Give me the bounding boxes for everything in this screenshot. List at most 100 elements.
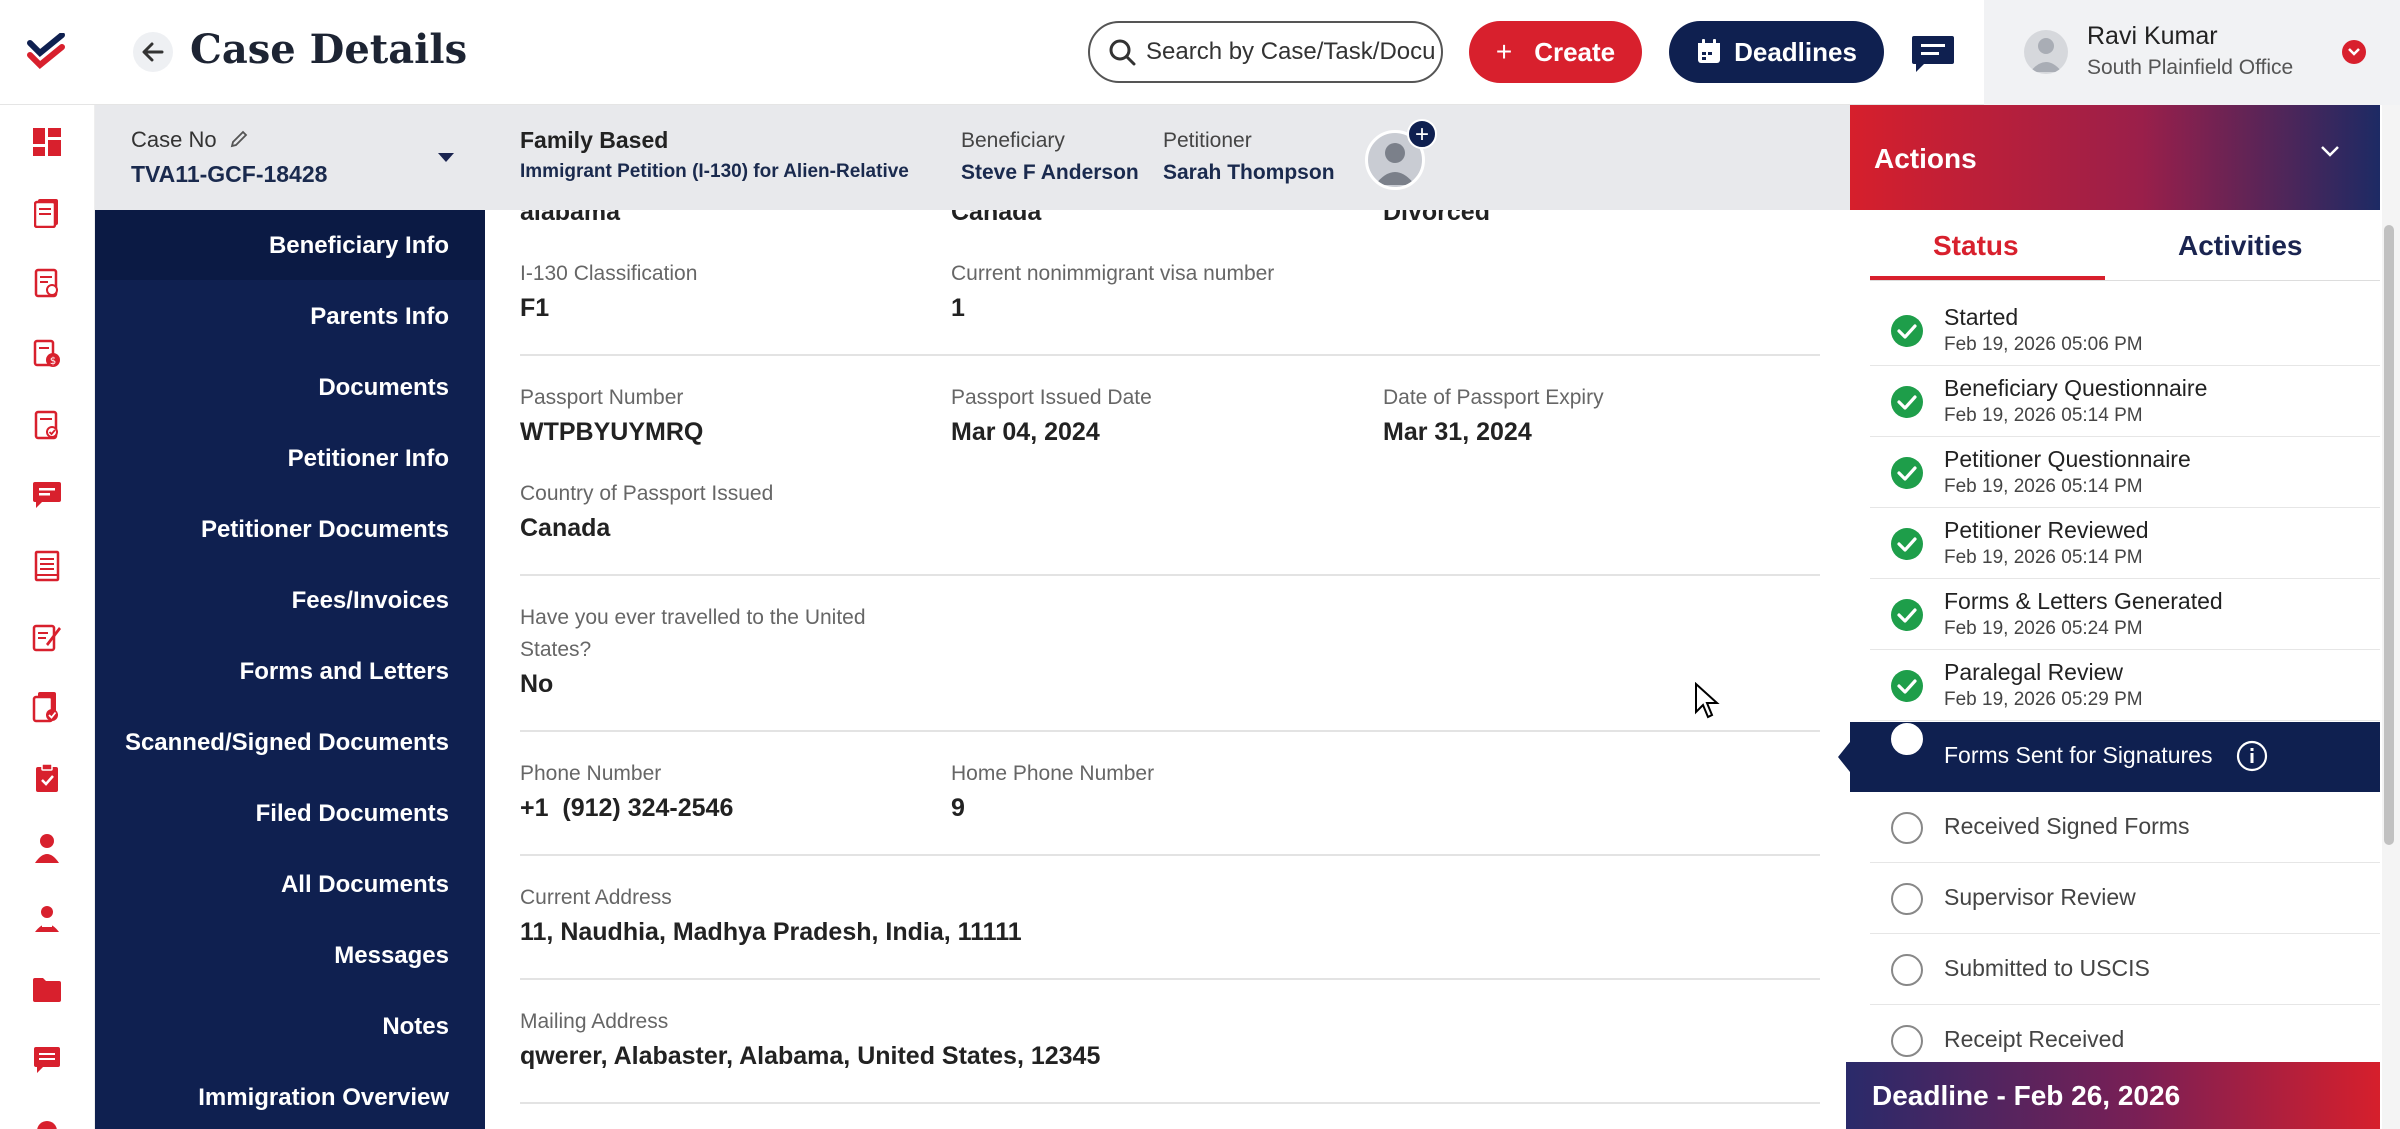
passport-expiry-value: Mar 31, 2024 — [1383, 418, 1532, 446]
edit-icon[interactable] — [229, 129, 249, 149]
section-petitioner-info[interactable]: Petitioner Info — [288, 445, 449, 473]
user-name: Ravi Kumar — [2087, 22, 2218, 50]
case-subtype: Immigrant Petition (I-130) for Alien-Rel… — [520, 161, 909, 182]
avatar — [2024, 30, 2068, 74]
search-input[interactable] — [1146, 38, 1436, 66]
check-circle-icon — [1890, 314, 1924, 348]
folder-icon[interactable] — [27, 970, 67, 1010]
status-step[interactable]: Supervisor Review — [1870, 864, 2380, 934]
visa-number-value: 1 — [951, 294, 965, 322]
actions-header[interactable]: Actions — [1850, 105, 2380, 210]
case-dropdown-icon[interactable] — [437, 151, 455, 169]
passport-country-label: Country of Passport Issued — [520, 482, 774, 505]
divider — [520, 730, 1820, 732]
status-step[interactable]: Forms Sent for Signatures — [1838, 722, 2380, 792]
section-documents[interactable]: Documents — [318, 374, 449, 402]
section-notes[interactable]: Notes — [382, 1013, 449, 1041]
reports-icon[interactable] — [27, 1040, 67, 1080]
passport-issued-label: Passport Issued Date — [951, 386, 1152, 409]
section-petitioner-documents[interactable]: Petitioner Documents — [201, 516, 449, 544]
status-step[interactable]: Petitioner Reviewed Feb 19, 2026 05:14 PM — [1870, 509, 2380, 579]
actions-panel: Status Activities Started Feb 19, 2026 05… — [1838, 210, 2380, 1129]
mouse-cursor-icon — [1694, 681, 1720, 725]
documents-icon[interactable] — [27, 546, 67, 586]
clipboard-icon[interactable] — [27, 758, 67, 798]
clients-icon[interactable] — [27, 828, 67, 868]
section-messages[interactable]: Messages — [334, 942, 449, 970]
create-button[interactable]: + Create — [1469, 21, 1642, 83]
section-scanned-signed[interactable]: Scanned/Signed Documents — [125, 729, 449, 757]
deadlines-button[interactable]: Deadlines — [1669, 21, 1884, 83]
user-menu[interactable]: Ravi Kumar South Plainfield Office — [1984, 0, 2400, 105]
app-logo[interactable] — [0, 0, 95, 105]
chat-icon[interactable] — [1910, 34, 1956, 74]
chevron-down-icon[interactable] — [2342, 40, 2366, 64]
section-fees-invoices[interactable]: Fees/Invoices — [292, 587, 449, 615]
tab-status[interactable]: Status — [1933, 230, 2019, 262]
search-box[interactable] — [1088, 21, 1443, 83]
active-tab-indicator — [1870, 276, 2105, 280]
profile-icon[interactable] — [27, 1111, 67, 1129]
current-step-pointer — [1838, 742, 1850, 772]
checklist-icon[interactable] — [27, 405, 67, 445]
divider — [520, 1102, 1820, 1104]
info-icon[interactable] — [2236, 740, 2268, 772]
empty-circle-icon — [1890, 953, 1924, 987]
users-icon[interactable] — [27, 899, 67, 939]
home-phone-label: Home Phone Number — [951, 762, 1155, 785]
status-step[interactable]: Started Feb 19, 2026 05:06 PM — [1870, 296, 2380, 366]
chevron-down-icon[interactable] — [2320, 145, 2340, 164]
phone-number-label: Phone Number — [520, 762, 662, 785]
status-step[interactable]: Forms & Letters Generated Feb 19, 2026 05… — [1870, 580, 2380, 650]
templates-icon[interactable] — [27, 687, 67, 727]
status-step[interactable]: Petitioner Questionnaire Feb 19, 2026 05:… — [1870, 438, 2380, 508]
divider — [520, 354, 1820, 356]
messages-icon[interactable] — [27, 475, 67, 515]
status-step[interactable]: Received Signed Forms — [1870, 793, 2380, 863]
step-name: Petitioner Questionnaire — [1944, 446, 2191, 472]
scrollbar-thumb[interactable] — [2384, 225, 2394, 845]
svg-text:$: $ — [50, 356, 56, 367]
page-title: Case Details — [190, 26, 468, 73]
calendar-icon — [1698, 39, 1721, 63]
search-icon — [1109, 39, 1136, 66]
icon-rail: $ — [0, 105, 95, 1129]
section-forms-letters[interactable]: Forms and Letters — [240, 658, 449, 686]
section-nav: Beneficiary Info Parents Info Documents … — [95, 210, 485, 1129]
section-parents-info[interactable]: Parents Info — [310, 303, 449, 331]
current-address-value: 11, Naudhia, Madhya Pradesh, India, 1111… — [520, 918, 1022, 946]
country-value: Canada — [951, 210, 1042, 226]
tab-activities[interactable]: Activities — [2178, 230, 2303, 262]
mailing-address-label: Mailing Address — [520, 1010, 669, 1033]
travelled-label-line1: Have you ever travelled to the United — [520, 606, 866, 629]
state-value: alabama — [520, 210, 621, 226]
dashboard-icon[interactable] — [27, 122, 67, 162]
section-all-documents[interactable]: All Documents — [281, 871, 449, 899]
back-button[interactable] — [133, 32, 173, 72]
tasks-icon[interactable] — [27, 263, 67, 303]
check-circle-icon — [1890, 385, 1924, 419]
user-office: South Plainfield Office — [2087, 56, 2294, 79]
step-date: Feb 19, 2026 05:06 PM — [1944, 334, 2143, 355]
section-filed-documents[interactable]: Filed Documents — [256, 800, 449, 828]
step-date: Feb 19, 2026 05:14 PM — [1944, 405, 2143, 426]
step-name: Petitioner Reviewed — [1944, 517, 2149, 543]
beneficiary-name: Steve F Anderson — [961, 161, 1139, 184]
section-beneficiary-info[interactable]: Beneficiary Info — [269, 232, 449, 260]
invoices-icon[interactable]: $ — [27, 334, 67, 374]
petitioner-name: Sarah Thompson — [1163, 161, 1335, 184]
step-name: Receipt Received — [1944, 1026, 2125, 1052]
step-name: Supervisor Review — [1944, 884, 2136, 910]
forms-icon[interactable] — [27, 617, 67, 657]
petitioner-label: Petitioner — [1163, 129, 1252, 152]
step-name: Started — [1944, 304, 2019, 330]
step-name: Beneficiary Questionnaire — [1944, 375, 2208, 401]
status-step[interactable]: Beneficiary Questionnaire Feb 19, 2026 05… — [1870, 367, 2380, 437]
step-name: Received Signed Forms — [1944, 813, 2190, 839]
phone-number-value: +1 (912) 324-2546 — [520, 794, 734, 822]
add-contact-icon[interactable]: + — [1407, 119, 1437, 149]
cases-icon[interactable] — [27, 193, 67, 233]
status-step[interactable]: Submitted to USCIS — [1870, 935, 2380, 1005]
section-immigration-overview[interactable]: Immigration Overview — [198, 1084, 449, 1112]
status-step[interactable]: Paralegal Review Feb 19, 2026 05:29 PM — [1870, 651, 2380, 721]
